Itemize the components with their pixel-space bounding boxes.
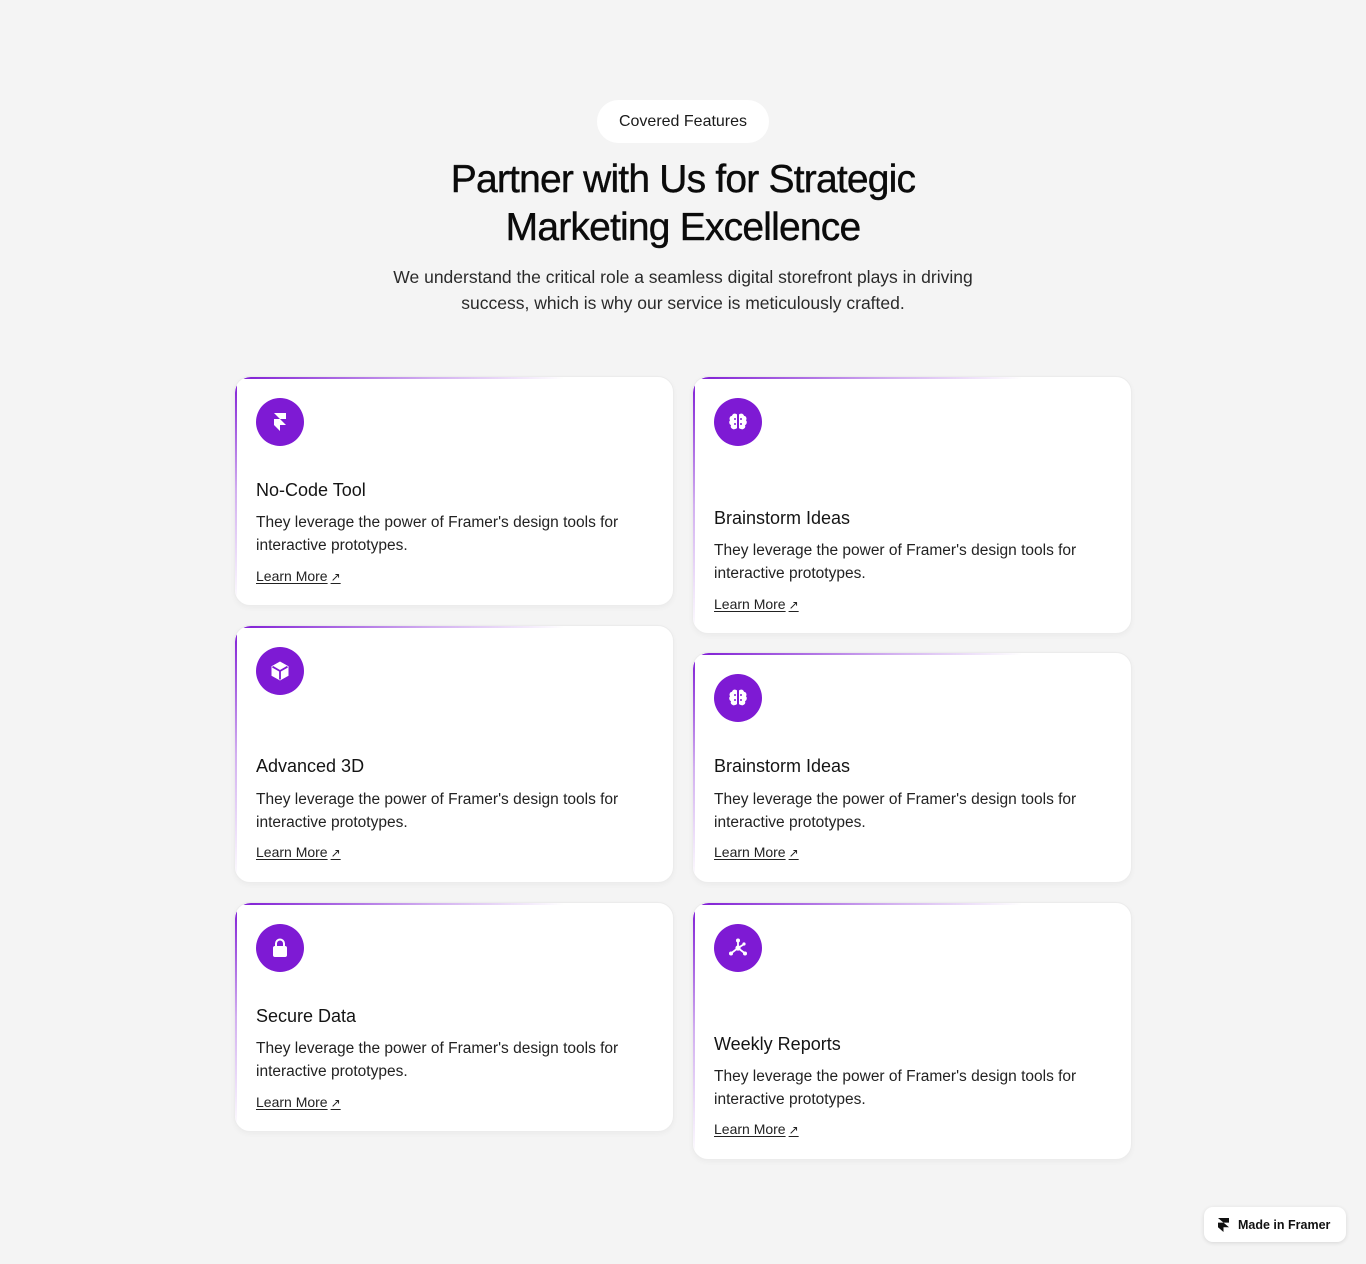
page-subtitle: We understand the critical role a seamle…	[393, 267, 973, 313]
arrow-up-right-icon: ↗	[788, 598, 799, 612]
feature-card-no-code-tool: No-Code Tool They leverage the power of …	[234, 376, 674, 606]
framer-icon	[256, 398, 304, 446]
learn-more-link[interactable]: Learn More ↗	[714, 1121, 799, 1137]
learn-more-link[interactable]: Learn More ↗	[256, 568, 341, 584]
framer-icon	[1218, 1217, 1229, 1232]
card-title: No-Code Tool	[256, 480, 366, 500]
card-description: They leverage the power of Framer's desi…	[256, 791, 619, 831]
cube-icon	[256, 647, 304, 695]
page-title: Partner with Us for Strategic Marketing …	[450, 158, 917, 249]
feature-card-advanced-3d: Advanced 3D They leverage the power of F…	[234, 625, 674, 883]
brain-icon	[714, 398, 762, 446]
learn-more-link[interactable]: Learn More ↗	[256, 844, 341, 860]
card-title: Brainstorm Ideas	[714, 756, 851, 776]
learn-more-link[interactable]: Learn More ↗	[714, 596, 799, 612]
section-badge-label: Covered Features	[618, 112, 748, 130]
brain-icon	[714, 674, 762, 722]
made-in-framer-badge[interactable]: Made in Framer	[1204, 1207, 1346, 1242]
feature-card-brainstorm-ideas: Brainstorm Ideas They leverage the power…	[692, 652, 1132, 883]
arrow-up-right-icon: ↗	[330, 570, 341, 584]
card-description: They leverage the power of Framer's desi…	[256, 1040, 619, 1080]
card-description: They leverage the power of Framer's desi…	[256, 514, 619, 554]
card-description: They leverage the power of Framer's desi…	[714, 1068, 1077, 1108]
feature-card-brainstorm-ideas: Brainstorm Ideas They leverage the power…	[692, 376, 1132, 634]
arrow-up-right-icon: ↗	[788, 846, 799, 860]
network-icon	[714, 924, 762, 972]
feature-card-secure-data: Secure Data They leverage the power of F…	[234, 902, 674, 1132]
card-title: Advanced 3D	[256, 756, 365, 776]
card-title: Secure Data	[256, 1006, 357, 1026]
arrow-up-right-icon: ↗	[330, 1096, 341, 1110]
arrow-up-right-icon: ↗	[788, 1123, 799, 1137]
made-in-framer-label: Made in Framer	[1238, 1217, 1331, 1232]
arrow-up-right-icon: ↗	[330, 846, 341, 860]
section-badge: Covered Features	[597, 100, 769, 143]
learn-more-link[interactable]: Learn More ↗	[256, 1094, 341, 1110]
learn-more-link[interactable]: Learn More ↗	[714, 844, 799, 860]
card-description: They leverage the power of Framer's desi…	[714, 542, 1077, 582]
card-description: They leverage the power of Framer's desi…	[714, 791, 1077, 831]
feature-card-weekly-reports: Weekly Reports They leverage the power o…	[692, 902, 1132, 1160]
lock-icon	[256, 924, 304, 972]
card-title: Brainstorm Ideas	[714, 508, 851, 528]
card-title: Weekly Reports	[714, 1034, 841, 1054]
